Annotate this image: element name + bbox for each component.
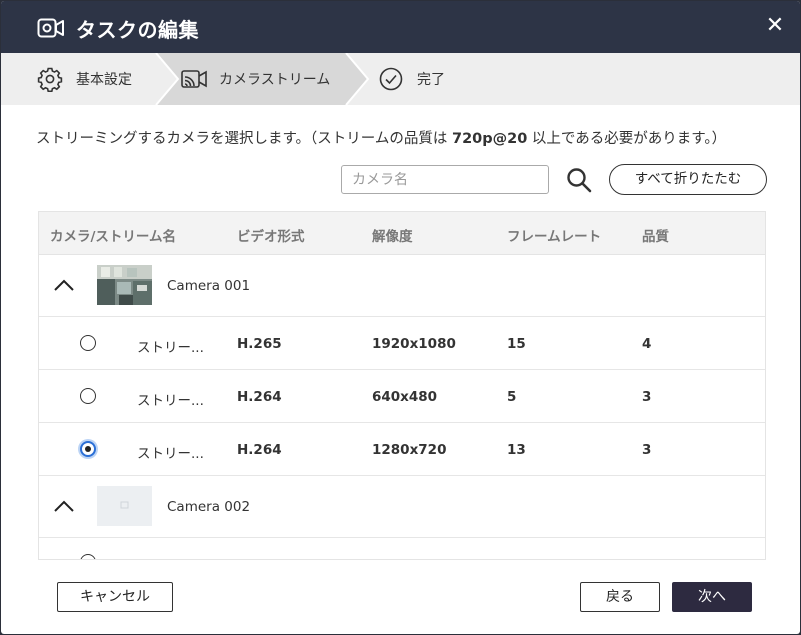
- step-label: 完了: [417, 72, 445, 88]
- dialog-header: タスクの編集 ✕: [1, 1, 800, 53]
- stream-name: ストリー...: [137, 446, 204, 462]
- search-icon[interactable]: [565, 166, 593, 194]
- stream-row-partial[interactable]: [39, 538, 765, 559]
- step-divider: [345, 53, 370, 105]
- stream-format: H.265: [237, 336, 282, 352]
- stream-format: H.264: [237, 442, 282, 458]
- cancel-button[interactable]: キャンセル: [57, 582, 173, 612]
- camera-stream-table: カメラ/ストリーム名 ビデオ形式 解像度 フレームレート 品質 Camera 0…: [38, 211, 766, 560]
- stream-name: ストリー...: [137, 393, 204, 409]
- cast-camera-icon: [181, 70, 207, 88]
- step-camera-stream[interactable]: カメラストリーム: [181, 53, 330, 105]
- stream-format: H.264: [237, 389, 282, 405]
- instruction-prefix: ストリーミングするカメラを選択します。（ストリームの品質は: [36, 131, 452, 147]
- column-header-framerate: フレームレート: [507, 229, 602, 245]
- instruction-text: ストリーミングするカメラを選択します。（ストリームの品質は 720p@20 以上…: [36, 127, 726, 148]
- step-divider: [155, 53, 180, 105]
- camera-name: Camera 002: [167, 499, 251, 515]
- stream-fps: 15: [507, 336, 526, 352]
- stream-radio[interactable]: [80, 335, 96, 351]
- step-label: 基本設定: [76, 72, 132, 88]
- column-header-format: ビデオ形式: [237, 229, 305, 245]
- camera-thumbnail: [97, 265, 152, 305]
- close-icon[interactable]: ✕: [764, 15, 786, 37]
- stream-row[interactable]: ストリー... H.265 1920x1080 15 4: [39, 317, 765, 370]
- stream-row[interactable]: ストリー... H.264 1280x720 13 3: [39, 423, 765, 476]
- stream-fps: 13: [507, 442, 526, 458]
- check-circle-icon: [379, 67, 403, 91]
- stepper: 基本設定 カメラストリーム 完了: [1, 53, 800, 105]
- instruction-suffix: 以上である必要があります。）: [527, 131, 727, 147]
- stream-radio[interactable]: [80, 554, 96, 559]
- stream-resolution: 640x480: [372, 389, 438, 405]
- step-label: カメラストリーム: [219, 72, 331, 88]
- camera-group-row: Camera 002: [39, 476, 765, 538]
- collapse-all-button[interactable]: すべて折りたたむ: [609, 164, 767, 195]
- camera-name: Camera 001: [167, 278, 251, 294]
- column-header-name: カメラ/ストリーム名: [50, 229, 177, 245]
- camera-search-input[interactable]: [341, 165, 549, 194]
- column-header-resolution: 解像度: [372, 229, 413, 245]
- step-basic-settings[interactable]: 基本設定: [37, 53, 132, 105]
- stream-row[interactable]: ストリー... H.264 640x480 5 3: [39, 370, 765, 423]
- edit-task-dialog: タスクの編集 ✕ 基本設定 カメラストリーム 完了 ストリーミングするカメラを選…: [1, 1, 800, 634]
- table-header: カメラ/ストリーム名 ビデオ形式 解像度 フレームレート 品質: [39, 212, 765, 255]
- gear-icon: [37, 67, 63, 92]
- stream-fps: 5: [507, 389, 517, 405]
- column-header-quality: 品質: [642, 229, 669, 245]
- chevron-up-icon[interactable]: [53, 276, 75, 294]
- stream-name: ストリー...: [137, 340, 204, 356]
- stream-radio[interactable]: [80, 388, 96, 404]
- next-button[interactable]: 次へ: [672, 582, 752, 612]
- stream-radio-selected[interactable]: [80, 441, 96, 457]
- stream-quality: 3: [642, 389, 652, 405]
- stream-resolution: 1920x1080: [372, 336, 456, 352]
- camera-group-row: Camera 001: [39, 255, 765, 317]
- stream-resolution: 1280x720: [372, 442, 447, 458]
- chevron-up-icon[interactable]: [53, 497, 75, 515]
- camera-thumbnail-placeholder: [97, 486, 152, 526]
- dialog-title: タスクの編集: [76, 18, 199, 42]
- back-button[interactable]: 戻る: [580, 582, 660, 612]
- stream-quality: 3: [642, 442, 652, 458]
- camera-icon: [37, 18, 64, 38]
- quality-requirement: 720p@20: [451, 131, 528, 147]
- stream-quality: 4: [642, 336, 652, 352]
- step-complete[interactable]: 完了: [379, 53, 445, 105]
